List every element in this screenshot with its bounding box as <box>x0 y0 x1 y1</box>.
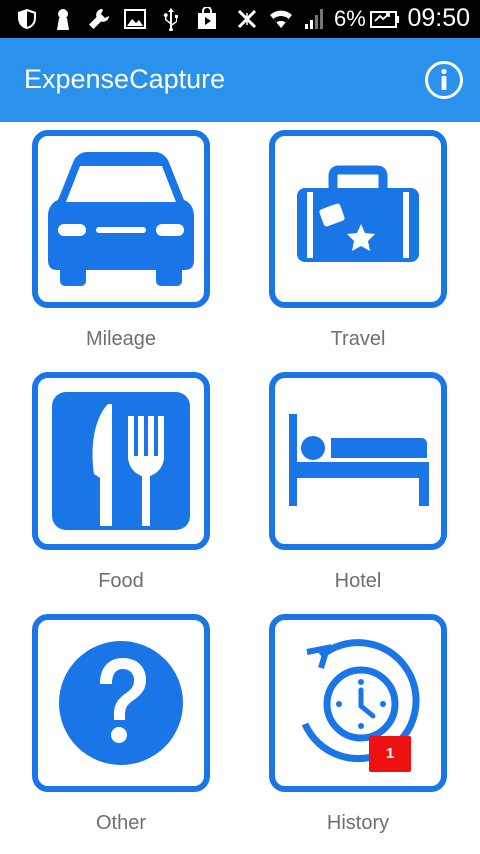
tile-other-frame <box>32 614 210 792</box>
tile-mileage[interactable]: Mileage <box>32 130 232 360</box>
tile-other[interactable]: Other <box>32 614 232 844</box>
tile-label-hotel: Hotel <box>334 570 382 592</box>
battery-percent: 6% <box>334 6 366 31</box>
signal-icon <box>302 7 328 31</box>
tile-label-history: History <box>326 812 390 834</box>
info-button[interactable] <box>424 60 464 100</box>
app-bar: ExpenseCapture <box>0 38 480 122</box>
tile-label-other: Other <box>95 812 147 834</box>
tile-mileage-frame <box>32 130 210 308</box>
tile-hotel-frame <box>269 372 447 550</box>
usb-icon <box>158 7 184 31</box>
clock: 09:50 <box>407 4 470 32</box>
tile-label-food: Food <box>98 570 144 592</box>
info-icon <box>425 61 463 99</box>
tile-travel[interactable]: Travel <box>269 130 469 360</box>
image-icon <box>122 7 148 31</box>
battery-icon <box>370 7 400 31</box>
app-title: ExpenseCapture <box>24 64 226 94</box>
question-icon <box>59 641 183 765</box>
tile-history-frame <box>269 614 447 792</box>
tile-label-travel: Travel <box>330 328 386 350</box>
history-count-badge: 1 <box>369 736 411 772</box>
bed-icon <box>289 414 429 506</box>
tile-hotel[interactable]: Hotel <box>269 372 469 602</box>
wrench-icon <box>86 7 112 31</box>
suitcase-icon <box>297 165 419 262</box>
car-icon <box>48 152 194 286</box>
tile-food-frame <box>32 372 210 550</box>
tile-travel-frame <box>269 130 447 308</box>
shield-icon <box>14 7 40 31</box>
wifi-icon <box>268 7 294 31</box>
tile-food[interactable]: Food <box>32 372 232 602</box>
bluetooth-off-icon <box>234 7 260 31</box>
tile-history[interactable]: 1 History <box>269 614 469 844</box>
keyhole-icon <box>50 7 76 31</box>
history-clock-icon <box>301 639 420 763</box>
fork-knife-icon <box>52 392 190 530</box>
category-grid: Mileage Travel Food Hotel Other 1 Histor… <box>0 122 480 854</box>
tile-label-mileage: Mileage <box>85 328 157 350</box>
status-bar: 6% 09:50 <box>0 0 480 38</box>
play-store-icon <box>194 7 220 31</box>
